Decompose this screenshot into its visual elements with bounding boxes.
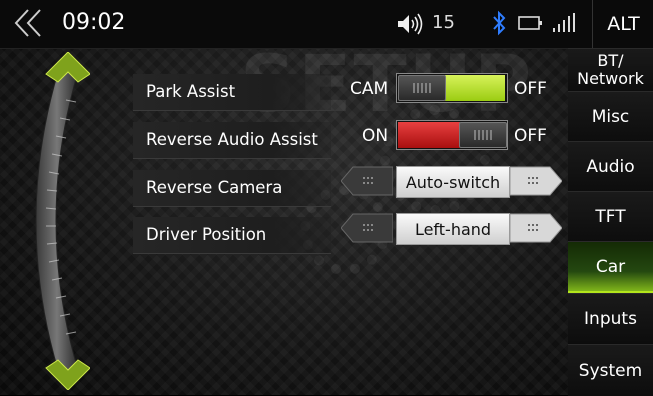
- back-button[interactable]: [14, 6, 50, 40]
- signal-strength-icon: [553, 13, 575, 32]
- park-assist-toggle[interactable]: [396, 73, 508, 103]
- volume-icon: [398, 13, 423, 35]
- sidebar-item-label: TFT: [595, 206, 626, 227]
- sidebar-item-tft[interactable]: TFT: [568, 191, 653, 241]
- park-assist-label: Park Assist: [146, 82, 236, 101]
- sidebar-item-label: Inputs: [584, 308, 637, 329]
- settings-category-sidebar: BT/ Network Misc Audio TFT Car Inputs Sy…: [568, 48, 653, 396]
- clock: 09:02: [62, 10, 126, 35]
- reverse-audio-right-option: OFF: [514, 126, 547, 146]
- sidebar-item-label: Car: [595, 256, 626, 277]
- reverse-audio-toggle[interactable]: [396, 120, 508, 150]
- sidebar-item-misc[interactable]: Misc: [568, 91, 653, 141]
- sidebar-item-inputs[interactable]: Inputs: [568, 293, 653, 343]
- reverse-camera-row: Reverse Camera: [133, 170, 331, 207]
- driver-position-value[interactable]: Left-hand: [396, 213, 510, 245]
- reverse-audio-knob: [459, 122, 507, 148]
- driver-position-next-button[interactable]: [510, 213, 562, 243]
- sidebar-item-system[interactable]: System: [568, 344, 653, 396]
- double-chevron-left-icon: [14, 9, 41, 37]
- volume-level: 15: [432, 12, 455, 33]
- reverse-camera-value[interactable]: Auto-switch: [396, 166, 510, 198]
- driver-position-prev-button[interactable]: [341, 213, 393, 243]
- battery-icon: [518, 16, 542, 30]
- driver-position-row: Driver Position: [133, 217, 331, 254]
- reverse-audio-assist-label: Reverse Audio Assist: [146, 130, 318, 149]
- reverse-camera-next-button[interactable]: [510, 166, 562, 196]
- reverse-camera-label: Reverse Camera: [146, 178, 283, 197]
- arc-scroll-slider[interactable]: [20, 52, 90, 390]
- sidebar-item-bt-network[interactable]: BT/ Network: [568, 48, 653, 91]
- status-bar: 09:02 15 ALT: [0, 0, 653, 49]
- sidebar-item-car[interactable]: Car: [568, 241, 653, 293]
- sidebar-item-label: System: [578, 360, 643, 381]
- sidebar-item-audio[interactable]: Audio: [568, 141, 653, 191]
- park-assist-left-option: CAM: [350, 79, 389, 99]
- reverse-audio-left-option: ON: [362, 126, 389, 146]
- park-assist-row: Park Assist: [133, 74, 331, 111]
- sidebar-item-label: BT/ Network: [577, 51, 644, 88]
- sidebar-item-label: Audio: [586, 156, 635, 177]
- reverse-audio-fill: [398, 122, 460, 148]
- reverse-audio-assist-row: Reverse Audio Assist: [133, 122, 331, 159]
- setup-screen: SETUP 09:02 15 ALT Park Assist CAM OFF R…: [0, 0, 653, 396]
- park-assist-knob: [398, 75, 446, 101]
- alt-button[interactable]: ALT: [592, 0, 653, 48]
- sidebar-item-label: Misc: [591, 106, 630, 127]
- bluetooth-icon: [493, 10, 506, 36]
- park-assist-fill: [445, 75, 505, 101]
- reverse-camera-prev-button[interactable]: [341, 166, 393, 196]
- driver-position-label: Driver Position: [146, 225, 267, 244]
- park-assist-right-option: OFF: [514, 79, 547, 99]
